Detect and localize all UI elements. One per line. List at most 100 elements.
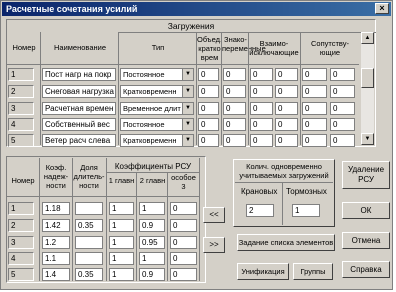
vzaimo-field-1[interactable]: 0 [250, 102, 273, 115]
groups-button[interactable]: Группы [293, 263, 333, 280]
vzaimo-field-1[interactable]: 0 [250, 68, 273, 81]
vzaimo-field-1[interactable]: 0 [250, 118, 273, 131]
loads-row-num: 3 [8, 102, 34, 115]
g1-field[interactable]: 1 [109, 202, 134, 215]
load-name-field[interactable]: Расчетная времен [42, 102, 116, 115]
vzaimo-field-2[interactable]: 0 [275, 118, 298, 131]
dolya-field[interactable] [75, 202, 103, 215]
loads-header-vzaimo: Взаимо- исключающие [249, 39, 299, 57]
g2-field[interactable]: 0.95 [139, 236, 165, 249]
loads-row-num: 1 [8, 68, 34, 81]
window-title: Расчетные сочетания усилий [6, 4, 138, 14]
sopu-field-2[interactable]: 0 [330, 68, 355, 81]
loads-row-num: 5 [8, 134, 34, 147]
torm-label: Тормозных [286, 187, 327, 196]
g1-field[interactable]: 1 [109, 236, 134, 249]
vzaimo-field-2[interactable]: 0 [275, 134, 298, 147]
koef-field[interactable]: 1.42 [42, 219, 70, 232]
dolya-field[interactable]: 0.35 [75, 219, 103, 232]
znako-field[interactable]: 0 [223, 134, 246, 147]
move-right-button[interactable]: >> [203, 237, 225, 253]
osob-field[interactable]: 0 [170, 268, 197, 281]
g2-field[interactable]: 0.9 [139, 268, 165, 281]
znako-field[interactable]: 0 [223, 118, 246, 131]
loads-header-znako: Знако- переменные [222, 35, 266, 53]
load-type-select[interactable]: Кратковременн ▼ [120, 134, 194, 147]
obed-field[interactable]: 0 [198, 102, 219, 115]
load-type-select[interactable]: Кратковременн ▼ [120, 85, 194, 98]
koef-field[interactable]: 1.18 [42, 202, 70, 215]
rsu-dialog: Расчетные сочетания усилий × Загружения … [0, 0, 393, 290]
close-button[interactable]: × [375, 3, 389, 14]
sopu-field-2[interactable]: 0 [330, 102, 355, 115]
znako-field[interactable]: 0 [223, 85, 246, 98]
chevron-down-icon[interactable]: ▼ [182, 86, 193, 97]
chevron-down-icon[interactable]: ▼ [182, 135, 193, 146]
g1-field[interactable]: 1 [109, 252, 134, 265]
load-name-field[interactable]: Ветер расч слева [42, 134, 116, 147]
osob-field[interactable]: 0 [170, 219, 197, 232]
cancel-button[interactable]: Отмена [342, 232, 390, 249]
scroll-up-icon[interactable]: ▲ [361, 32, 374, 44]
unification-button[interactable]: Унификация [237, 263, 289, 280]
scroll-thumb[interactable] [361, 68, 374, 88]
load-name-field[interactable]: Снеговая нагрузка [42, 85, 116, 98]
osob-field[interactable]: 0 [170, 236, 197, 249]
chevron-down-icon[interactable]: ▼ [182, 119, 193, 130]
sopu-field-1[interactable]: 0 [302, 102, 327, 115]
sopu-field-2[interactable]: 0 [330, 85, 355, 98]
loads-scrollbar[interactable]: ▲ ▼ [361, 32, 374, 145]
vzaimo-field-2[interactable]: 0 [275, 68, 298, 81]
osob-field[interactable]: 0 [170, 202, 197, 215]
load-type-value: Кратковременн [123, 136, 177, 145]
obed-field[interactable]: 0 [198, 134, 219, 147]
rsu-header-koef: Коэф. надеж- ности [43, 163, 69, 190]
delete-rsu-button[interactable]: Удаление РСУ [342, 161, 390, 189]
move-left-button[interactable]: << [203, 207, 225, 223]
vzaimo-field-1[interactable]: 0 [250, 85, 273, 98]
sopu-field-1[interactable]: 0 [302, 68, 327, 81]
dolya-field[interactable] [75, 236, 103, 249]
ok-button[interactable]: ОК [342, 202, 390, 219]
sopu-field-1[interactable]: 0 [302, 134, 327, 147]
vzaimo-field-1[interactable]: 0 [250, 134, 273, 147]
obed-field[interactable]: 0 [198, 118, 219, 131]
sopu-field-1[interactable]: 0 [302, 85, 327, 98]
g2-field[interactable]: 0.9 [139, 219, 165, 232]
vzaimo-field-2[interactable]: 0 [275, 102, 298, 115]
g2-field[interactable]: 1 [139, 252, 165, 265]
sopu-field-2[interactable]: 0 [330, 118, 355, 131]
scroll-down-icon[interactable]: ▼ [361, 133, 374, 145]
load-type-select[interactable]: Постоянное ▼ [120, 118, 194, 131]
znako-field[interactable]: 0 [223, 102, 246, 115]
load-type-value: Постоянное [123, 120, 165, 129]
load-name-field[interactable]: Пост нагр на покр [42, 68, 116, 81]
osob-field[interactable]: 0 [170, 252, 197, 265]
koef-field[interactable]: 1.1 [42, 252, 70, 265]
loads-header-type: Тип [151, 43, 165, 52]
obed-field[interactable]: 0 [198, 68, 219, 81]
sopu-field-2[interactable]: 0 [330, 134, 355, 147]
vzaimo-field-2[interactable]: 0 [275, 85, 298, 98]
kran-count-field[interactable]: 2 [246, 204, 274, 217]
load-type-select[interactable]: Временное длит ▼ [120, 102, 194, 115]
koef-field[interactable]: 1.4 [42, 268, 70, 281]
dolya-field[interactable] [75, 252, 103, 265]
dolya-field[interactable]: 0.35 [75, 268, 103, 281]
torm-count-field[interactable]: 1 [292, 204, 320, 217]
load-type-select[interactable]: Постоянное ▼ [120, 68, 194, 81]
g1-field[interactable]: 1 [109, 268, 134, 281]
element-list-button[interactable]: Задание списка элементов [237, 234, 335, 251]
help-button[interactable]: Справка [342, 261, 390, 278]
load-name-field[interactable]: Собственный вес [42, 118, 116, 131]
chevron-down-icon[interactable]: ▼ [182, 69, 193, 80]
sopu-field-1[interactable]: 0 [302, 118, 327, 131]
chevron-down-icon[interactable]: ▼ [182, 103, 193, 114]
g1-field[interactable]: 1 [109, 219, 134, 232]
znako-field[interactable]: 0 [223, 68, 246, 81]
g2-field[interactable]: 1 [139, 202, 165, 215]
simultaneous-loads-title: Колич. одновременно учитываемых загружен… [239, 162, 329, 180]
koef-field[interactable]: 1.2 [42, 236, 70, 249]
rsu-header-g1: 1 главн [108, 176, 135, 185]
obed-field[interactable]: 0 [198, 85, 219, 98]
